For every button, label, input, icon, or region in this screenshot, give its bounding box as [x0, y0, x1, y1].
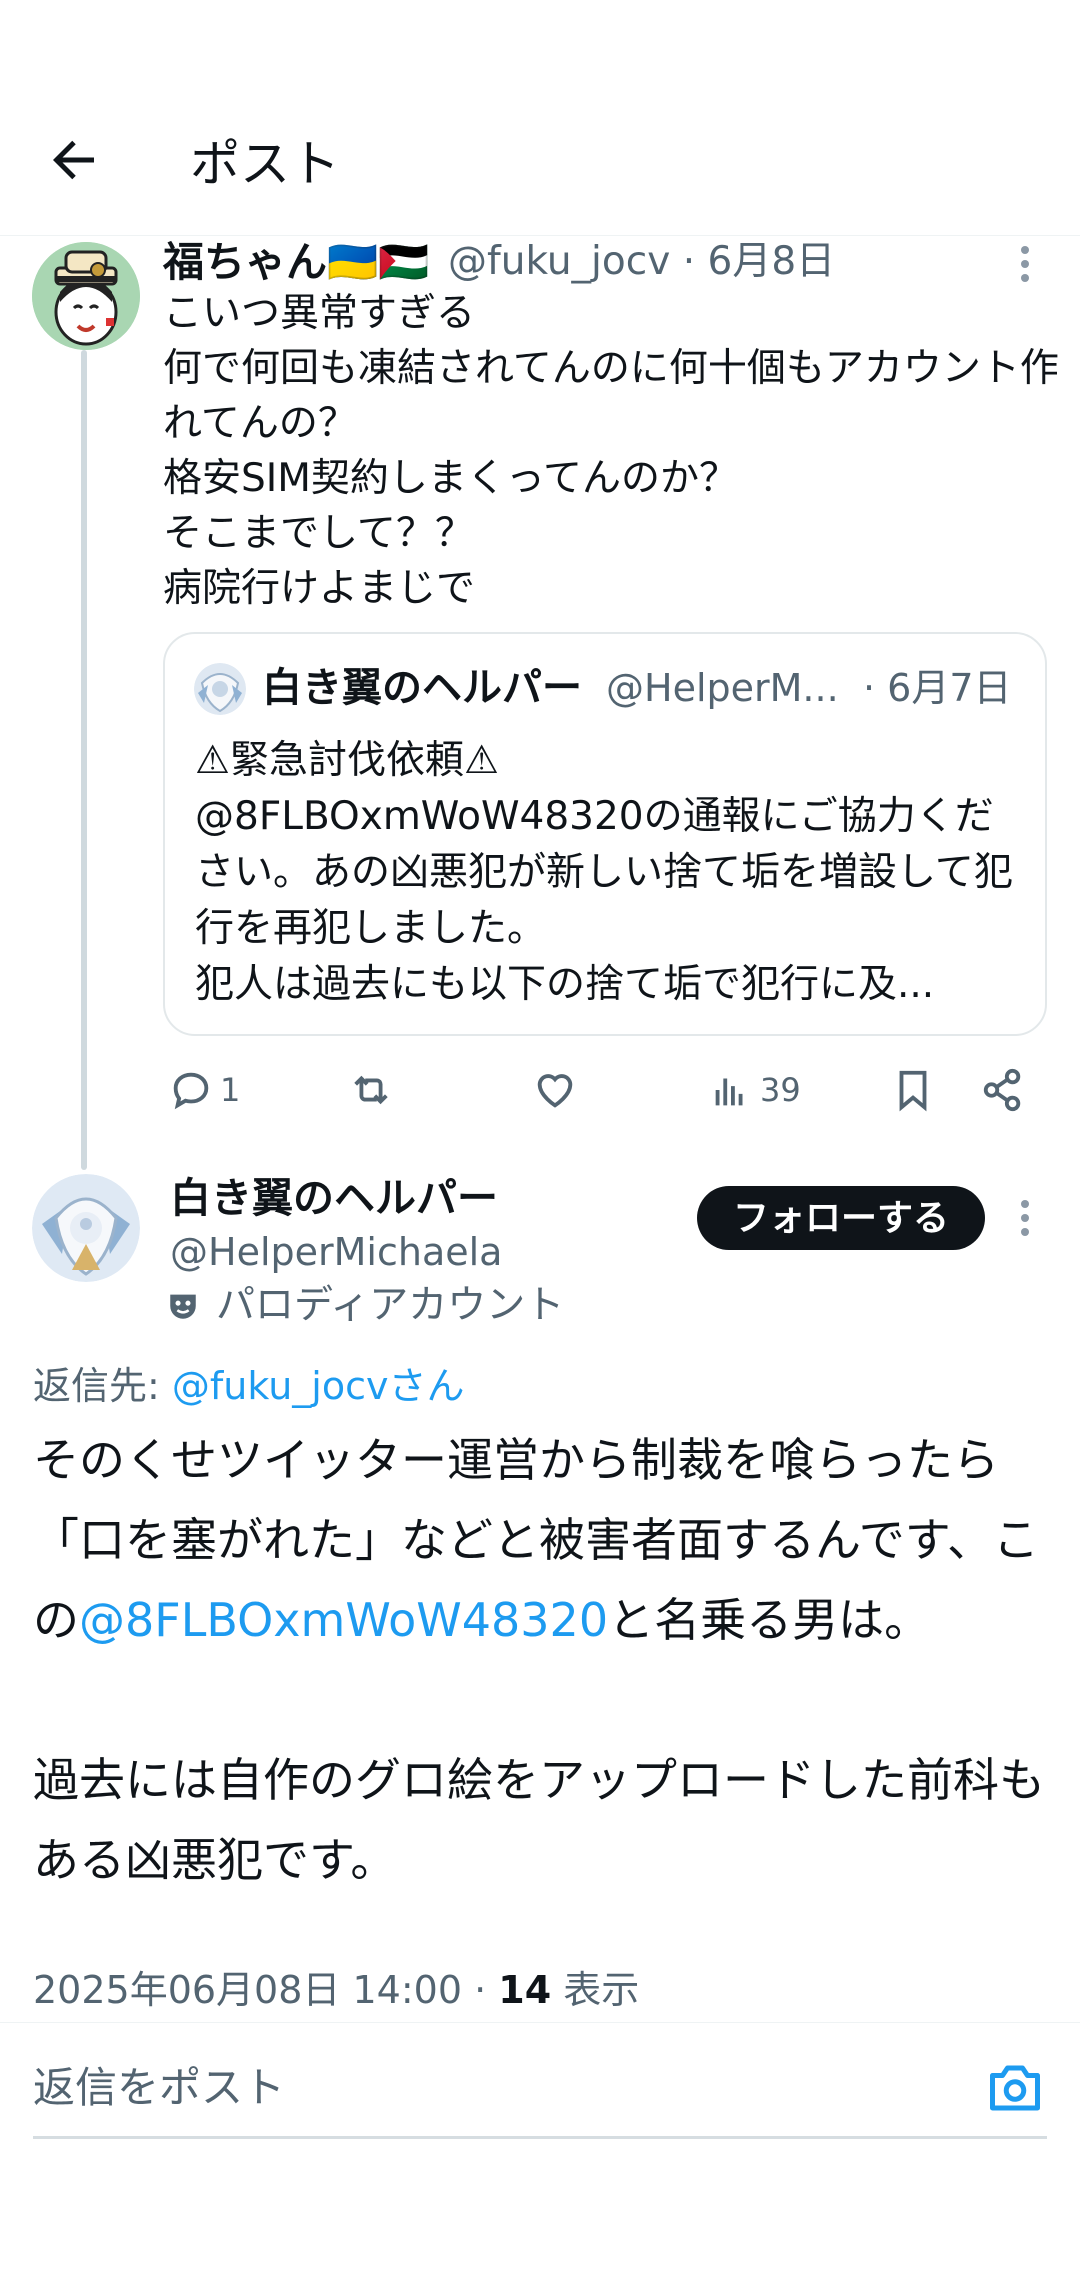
avatar-fuku[interactable] — [32, 242, 140, 350]
post2-views-count: 14 — [498, 1968, 552, 2012]
post2-timestamp-line: 2025年06月08日 14:00 · 14 表示 — [33, 1962, 639, 2018]
reply-to-line: 返信先: @fuku_jocvさん — [33, 1358, 464, 1414]
avatar-helper-image — [32, 1174, 140, 1282]
quoted-date: · 6月7日 — [863, 666, 1012, 710]
reply-input-underline — [33, 2136, 1047, 2139]
post1-more-button[interactable] — [1010, 244, 1040, 284]
post2-more-button[interactable] — [1010, 1198, 1040, 1238]
reply-to-prefix: 返信先: — [33, 1364, 172, 1408]
repost-icon — [354, 1075, 388, 1105]
reply-count: 1 — [220, 1071, 241, 1109]
heart-icon — [537, 1074, 573, 1108]
like-button[interactable] — [532, 1060, 578, 1120]
repost-button[interactable] — [348, 1060, 394, 1120]
more-vertical-icon — [1021, 246, 1029, 282]
reply-icon — [173, 1072, 209, 1110]
reply-bar-divider — [0, 2022, 1080, 2023]
post2-timestamp[interactable]: 2025年06月08日 14:00 · — [33, 1968, 498, 2012]
camera-icon — [990, 2065, 1040, 2111]
parody-label-text: パロディアカウント — [216, 1283, 565, 1328]
post2-handle[interactable]: @HelperMichaela — [170, 1224, 502, 1280]
avatar-helper[interactable] — [32, 1174, 140, 1282]
quoted-text: ⚠緊急討伐依頼⚠ @8FLBOxmWoW48320の通報にご協力ください。あの凶… — [195, 738, 1013, 1007]
reply-button[interactable]: 1 — [168, 1060, 240, 1120]
quoted-display-name: 白き翼のヘルパー — [262, 665, 582, 711]
views-count: 39 — [760, 1071, 801, 1109]
parody-account-label: パロディアカウント — [166, 1278, 564, 1334]
follow-button[interactable]: フォローする — [697, 1186, 985, 1250]
page-title: ポスト — [190, 135, 340, 193]
reply-input[interactable]: 返信をポスト — [33, 2060, 933, 2116]
post1-separator: · — [682, 239, 696, 284]
mention-link[interactable]: @8FLBOxmWoW48320 — [79, 1593, 608, 1647]
top-app-bar — [0, 95, 1080, 236]
quoted-handle: @HelperM... — [606, 666, 839, 710]
camera-button[interactable] — [985, 2058, 1045, 2118]
views-button[interactable]: 39 — [708, 1060, 801, 1120]
bookmark-button[interactable] — [890, 1060, 936, 1120]
post1-handle[interactable]: @fuku_jocv — [448, 239, 670, 284]
quoted-avatar — [194, 663, 246, 715]
avatar-fuku-image — [32, 242, 140, 350]
views-icon — [715, 1078, 743, 1106]
share-icon — [983, 1068, 1021, 1112]
quoted-avatar-image — [194, 663, 246, 715]
reply-to-link[interactable]: @fuku_jocvさん — [172, 1364, 465, 1408]
post1-date[interactable]: 6月8日 — [708, 239, 836, 284]
post1-text: こいつ異常すぎる 何で何回も凍結されてんのに何十個もアカウント作れてんの？ 格安… — [163, 291, 1059, 611]
share-button[interactable] — [980, 1060, 1026, 1120]
post1-meta: @fuku_jocv · 6月8日 — [448, 235, 835, 289]
bookmark-icon — [899, 1070, 927, 1112]
parody-mask-icon — [170, 1294, 196, 1319]
post2-display-name[interactable]: 白き翼のヘルパー — [170, 1170, 498, 1226]
back-arrow-button[interactable] — [44, 130, 104, 190]
thread-connector-line — [81, 350, 87, 1170]
post2-views-label: 表示 — [551, 1968, 640, 2012]
more-vertical-icon — [1021, 1200, 1029, 1236]
back-arrow-icon — [53, 140, 94, 180]
post1-display-name[interactable]: 福ちゃん🇺🇦🇵🇸 — [163, 235, 429, 289]
post2-text: そのくせツイッター運営から制裁を喰らったら「口を塞がれた」などと被害者面するんで… — [33, 1420, 1053, 1900]
